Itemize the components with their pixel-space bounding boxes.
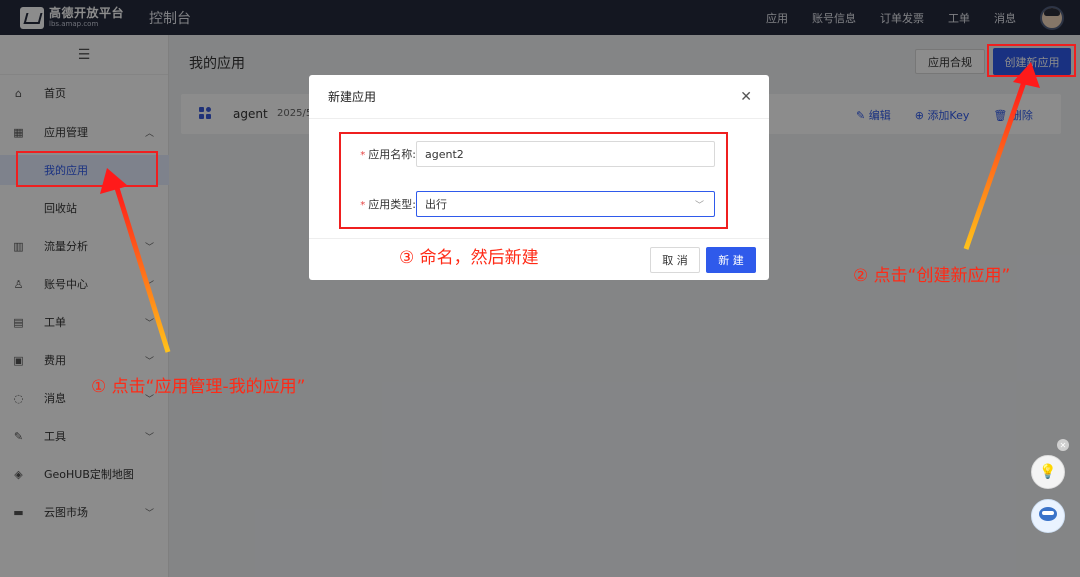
dialog-title: 新建应用: [328, 90, 377, 104]
annotation-step2: ② 点击“创建新应用”: [853, 266, 1011, 286]
dialog-divider: [309, 238, 769, 239]
annotation-step1: ① 点击“应用管理-我的应用”: [91, 377, 306, 397]
create-button[interactable]: 新 建: [706, 247, 756, 273]
float-close-icon[interactable]: ✕: [1057, 439, 1069, 451]
lightbulb-icon[interactable]: 💡: [1031, 455, 1065, 489]
highlight-my-apps: [16, 151, 158, 187]
assistant-bot-icon[interactable]: [1031, 499, 1065, 533]
highlight-create-button: [987, 44, 1076, 77]
cancel-button[interactable]: 取 消: [650, 247, 700, 273]
annotation-step3: ③ 命名，然后新建: [399, 248, 539, 268]
highlight-form: [339, 132, 728, 229]
dialog-header: 新建应用 ✕: [309, 75, 769, 119]
close-icon[interactable]: ✕: [740, 89, 752, 105]
